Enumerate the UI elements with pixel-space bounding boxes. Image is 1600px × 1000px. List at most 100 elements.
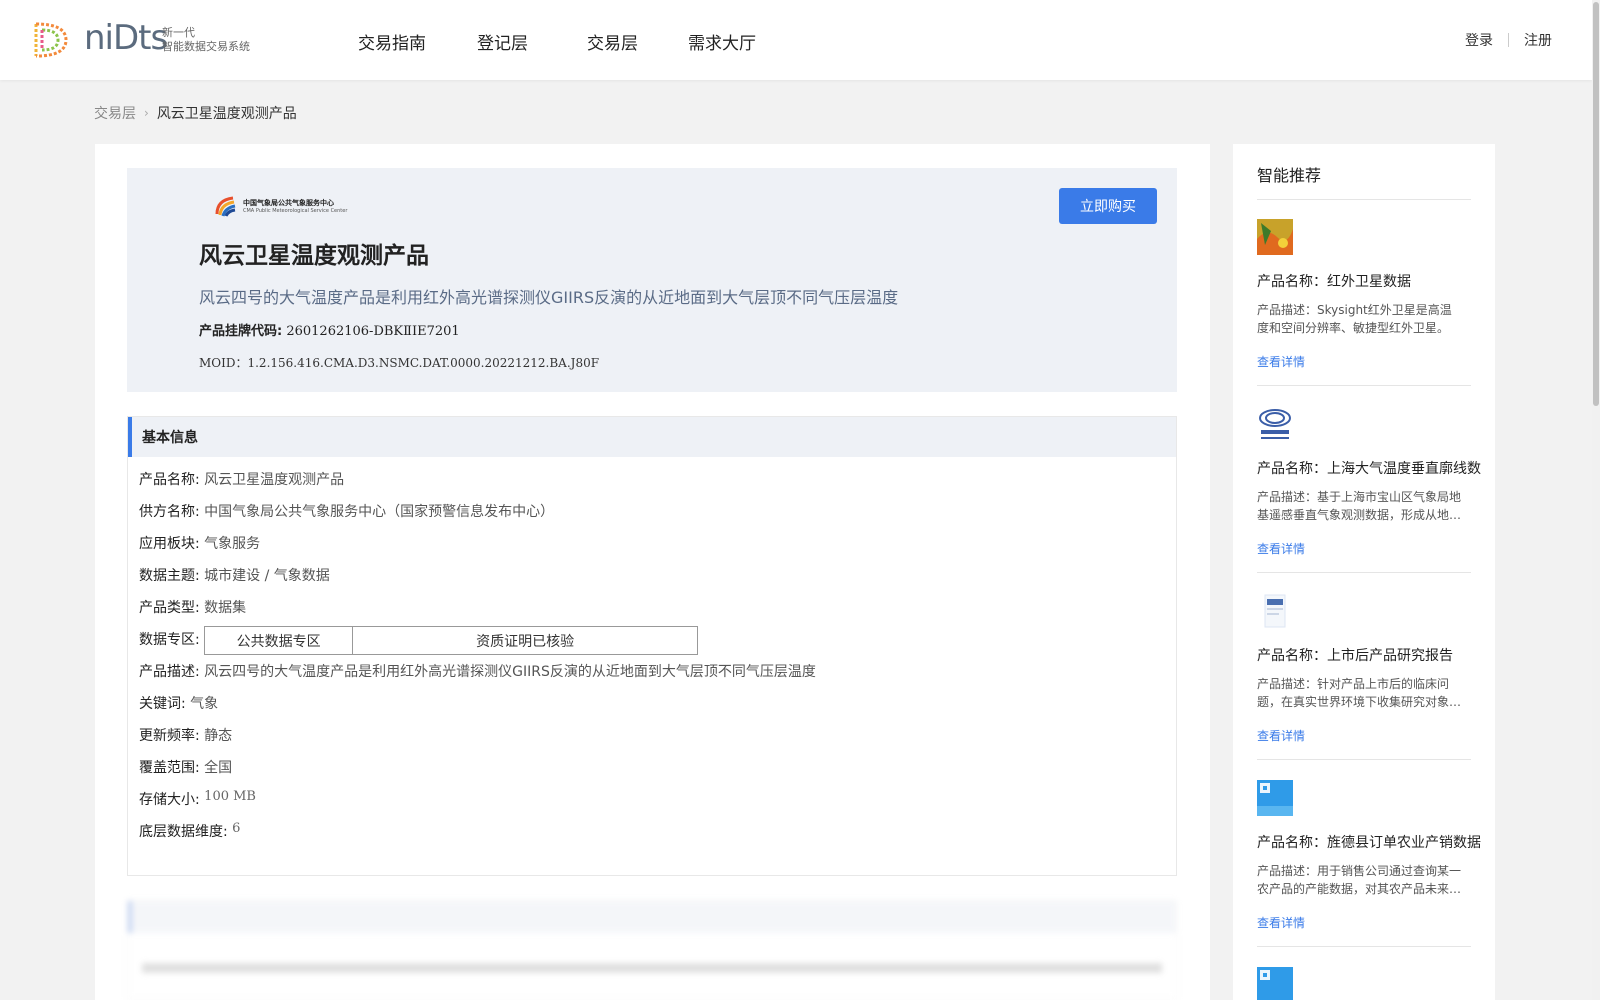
buy-now-button[interactable]: 立即购买 [1059,188,1157,224]
basic-info-section: 基本信息 产品名称: 风云卫星温度观测产品 供方名称: 中国气象局公共气象服务中… [127,416,1177,876]
info-row: 存储大小: 100 MB [139,789,816,821]
info-value: 6 [232,821,241,836]
info-value: 风云卫星温度观测产品 [204,472,345,488]
product-thumbnail[interactable] [1257,219,1293,255]
login-link[interactable]: 登录 [1465,30,1493,50]
info-value: 风云四号的大气温度产品是利用红外高光谱探测仪GIIRS反演的从近地面到大气层顶不… [204,664,816,680]
info-value: 气象 [190,696,219,712]
logo-d-mark-icon [34,22,68,58]
recommendation-desc: 产品描述：Skysight红外卫星是高温度和空间分辨率、敏捷型红外卫星。具… [1257,303,1452,335]
info-value: 气象服务 [204,536,261,552]
qualification-cell: 资质证明已核验 [476,633,575,650]
recommendation-card-partial [1257,967,1471,1000]
top-navbar: niDts 新一代 智能数据交易系统 交易指南 登记层 交易层 需求大厅 登录 … [0,0,1592,80]
info-key: 数据主题: [139,568,200,584]
breadcrumb-current: 风云卫星温度观测产品 [156,106,297,122]
supplier-logo-text-cn: 中国气象局公共气象服务中心 [243,199,334,207]
card-divider [1257,385,1471,386]
recommendation-card: 产品名称：旌德县订单农业产销数据 产品描述：用于销售公司通过查询某一农产品的产能… [1257,780,1481,947]
product-detail-panel: 中国气象局公共气象服务中心 CMA Public Meteorological … [95,144,1210,1000]
info-value: 城市建设 / 气象数据 [204,568,330,584]
view-details-link[interactable]: 查看详情 [1257,353,1305,370]
recommendation-desc: 产品描述：基于上海市宝山区气象局地基遥感垂直气象观测数据，形成从地… [1257,490,1462,522]
supplier-logo: 中国气象局公共气象服务中心 CMA Public Meteorological … [215,194,365,220]
auth-links: 登录 注册 [1465,30,1552,50]
product-thumbnail[interactable] [1257,406,1293,442]
info-value: 中国气象局公共气象服务中心（国家预警信息发布中心） [204,504,555,520]
recommendation-name: 产品名称：上海大气温度垂直廓线数 [1257,461,1481,477]
breadcrumb-parent[interactable]: 交易层 [94,103,136,123]
info-key: 数据专区: [139,632,200,648]
basic-info-heading: 基本信息 [128,417,1176,457]
card-divider [1257,572,1471,573]
recommendation-name: 产品名称：上市后产品研究报告 [1257,648,1453,664]
info-value: 数据集 [204,600,247,616]
card-divider [1257,759,1471,760]
view-details-link[interactable]: 查看详情 [1257,914,1305,931]
auth-divider [1508,33,1509,47]
page-scrollbar[interactable] [1592,0,1600,1000]
info-key: 产品名称: [139,472,200,488]
site-logo[interactable]: niDts 新一代 智能数据交易系统 [30,18,260,60]
info-row-zone: 数据专区: 公共数据专区 资质证明已核验 [139,626,816,661]
logo-tagline: 新一代 智能数据交易系统 [162,26,250,54]
info-value: 100 MB [204,789,256,804]
blurred-text-line [142,963,1162,973]
recommendation-desc: 产品描述：针对产品上市后的临床问题，在真实世界环境下收集研究对象… [1257,677,1462,709]
breadcrumb: 交易层 › 风云卫星温度观测产品 [94,103,297,123]
logo-tagline-line1: 新一代 [162,26,195,39]
product-hero: 中国气象局公共气象服务中心 CMA Public Meteorological … [127,168,1177,392]
recommendation-card: 产品名称：红外卫星数据 产品描述：Skysight红外卫星是高温度和空间分辨率、… [1257,219,1471,386]
info-row: 关键词: 气象 [139,693,816,725]
basic-info-rows: 产品名称: 风云卫星温度观测产品 供方名称: 中国气象局公共气象服务中心（国家预… [139,469,816,853]
chevron-right-icon: › [144,106,149,120]
cma-logo-icon [215,196,236,217]
product-summary: 风云四号的大气温度产品是利用红外高光谱探测仪GIIRS反演的从近地面到大气层顶不… [199,288,899,307]
view-details-link[interactable]: 查看详情 [1257,540,1305,557]
info-row: 供方名称: 中国气象局公共气象服务中心（国家预警信息发布中心） [139,501,816,533]
info-key: 存储大小: [139,792,200,808]
info-key: 产品类型: [139,600,200,616]
sidebar-divider [1257,199,1471,200]
blurred-section [127,900,1177,1000]
info-row: 产品名称: 风云卫星温度观测产品 [139,469,816,501]
recommendation-card: 产品名称：上海大气温度垂直廓线数 产品描述：基于上海市宝山区气象局地基遥感垂直气… [1257,406,1481,573]
info-row: 底层数据维度: 6 [139,821,816,853]
product-thumbnail[interactable] [1257,593,1293,629]
recommendation-name: 产品名称：红外卫星数据 [1257,274,1411,290]
recommendation-sidebar: 智能推荐 产品名称：红外卫星数据 产品描述：Skysight红外卫星是高温度和空… [1233,144,1495,1000]
product-title: 风云卫星温度观测产品 [199,242,429,269]
register-link[interactable]: 注册 [1524,30,1552,50]
logo-tagline-line2: 智能数据交易系统 [162,40,250,53]
info-key: 应用板块: [139,536,200,552]
info-key: 底层数据维度: [139,824,228,840]
blurred-section-heading [128,901,1176,933]
info-key: 覆盖范围: [139,760,200,776]
info-key: 供方名称: [139,504,200,520]
nav-trading-layer[interactable]: 交易层 [587,29,638,54]
scrollbar-thumb[interactable] [1593,2,1599,406]
nav-registration-layer[interactable]: 登记层 [477,29,528,54]
nav-demand-hall[interactable]: 需求大厅 [688,29,756,54]
recommendation-card: 产品名称：上市后产品研究报告 产品描述：针对产品上市后的临床问题，在真实世界环境… [1257,593,1471,760]
product-moid: MOID：1.2.156.416.CMA.D3.NSMC.DAT.0000.20… [199,356,600,370]
card-divider [1257,946,1471,947]
info-row: 数据主题: 城市建设 / 气象数据 [139,565,816,597]
product-thumbnail[interactable] [1257,780,1293,816]
sidebar-title: 智能推荐 [1257,166,1322,185]
recommendation-desc: 产品描述：用于销售公司通过查询某一农产品的产能数据，对其农产品未来… [1257,864,1462,896]
info-row: 更新频率: 静态 [139,725,816,757]
logo-wordmark: niDts [84,18,168,58]
supplier-logo-text-en: CMA Public Meteorological Service Center [243,208,348,214]
info-key: 关键词: [139,696,186,712]
listing-code-value: 2601262106-DBKⅡIE7201 [286,324,460,339]
data-zone-cell: 公共数据专区 [205,627,354,654]
recommendation-name: 产品名称：旌德县订单农业产销数据 [1257,835,1481,851]
info-row: 产品类型: 数据集 [139,597,816,629]
nav-trade-guide[interactable]: 交易指南 [358,29,426,54]
info-value: 静态 [204,728,233,744]
product-thumbnail[interactable] [1257,967,1293,1000]
view-details-link[interactable]: 查看详情 [1257,727,1305,744]
info-row: 应用板块: 气象服务 [139,533,816,565]
info-value: 全国 [204,760,233,776]
